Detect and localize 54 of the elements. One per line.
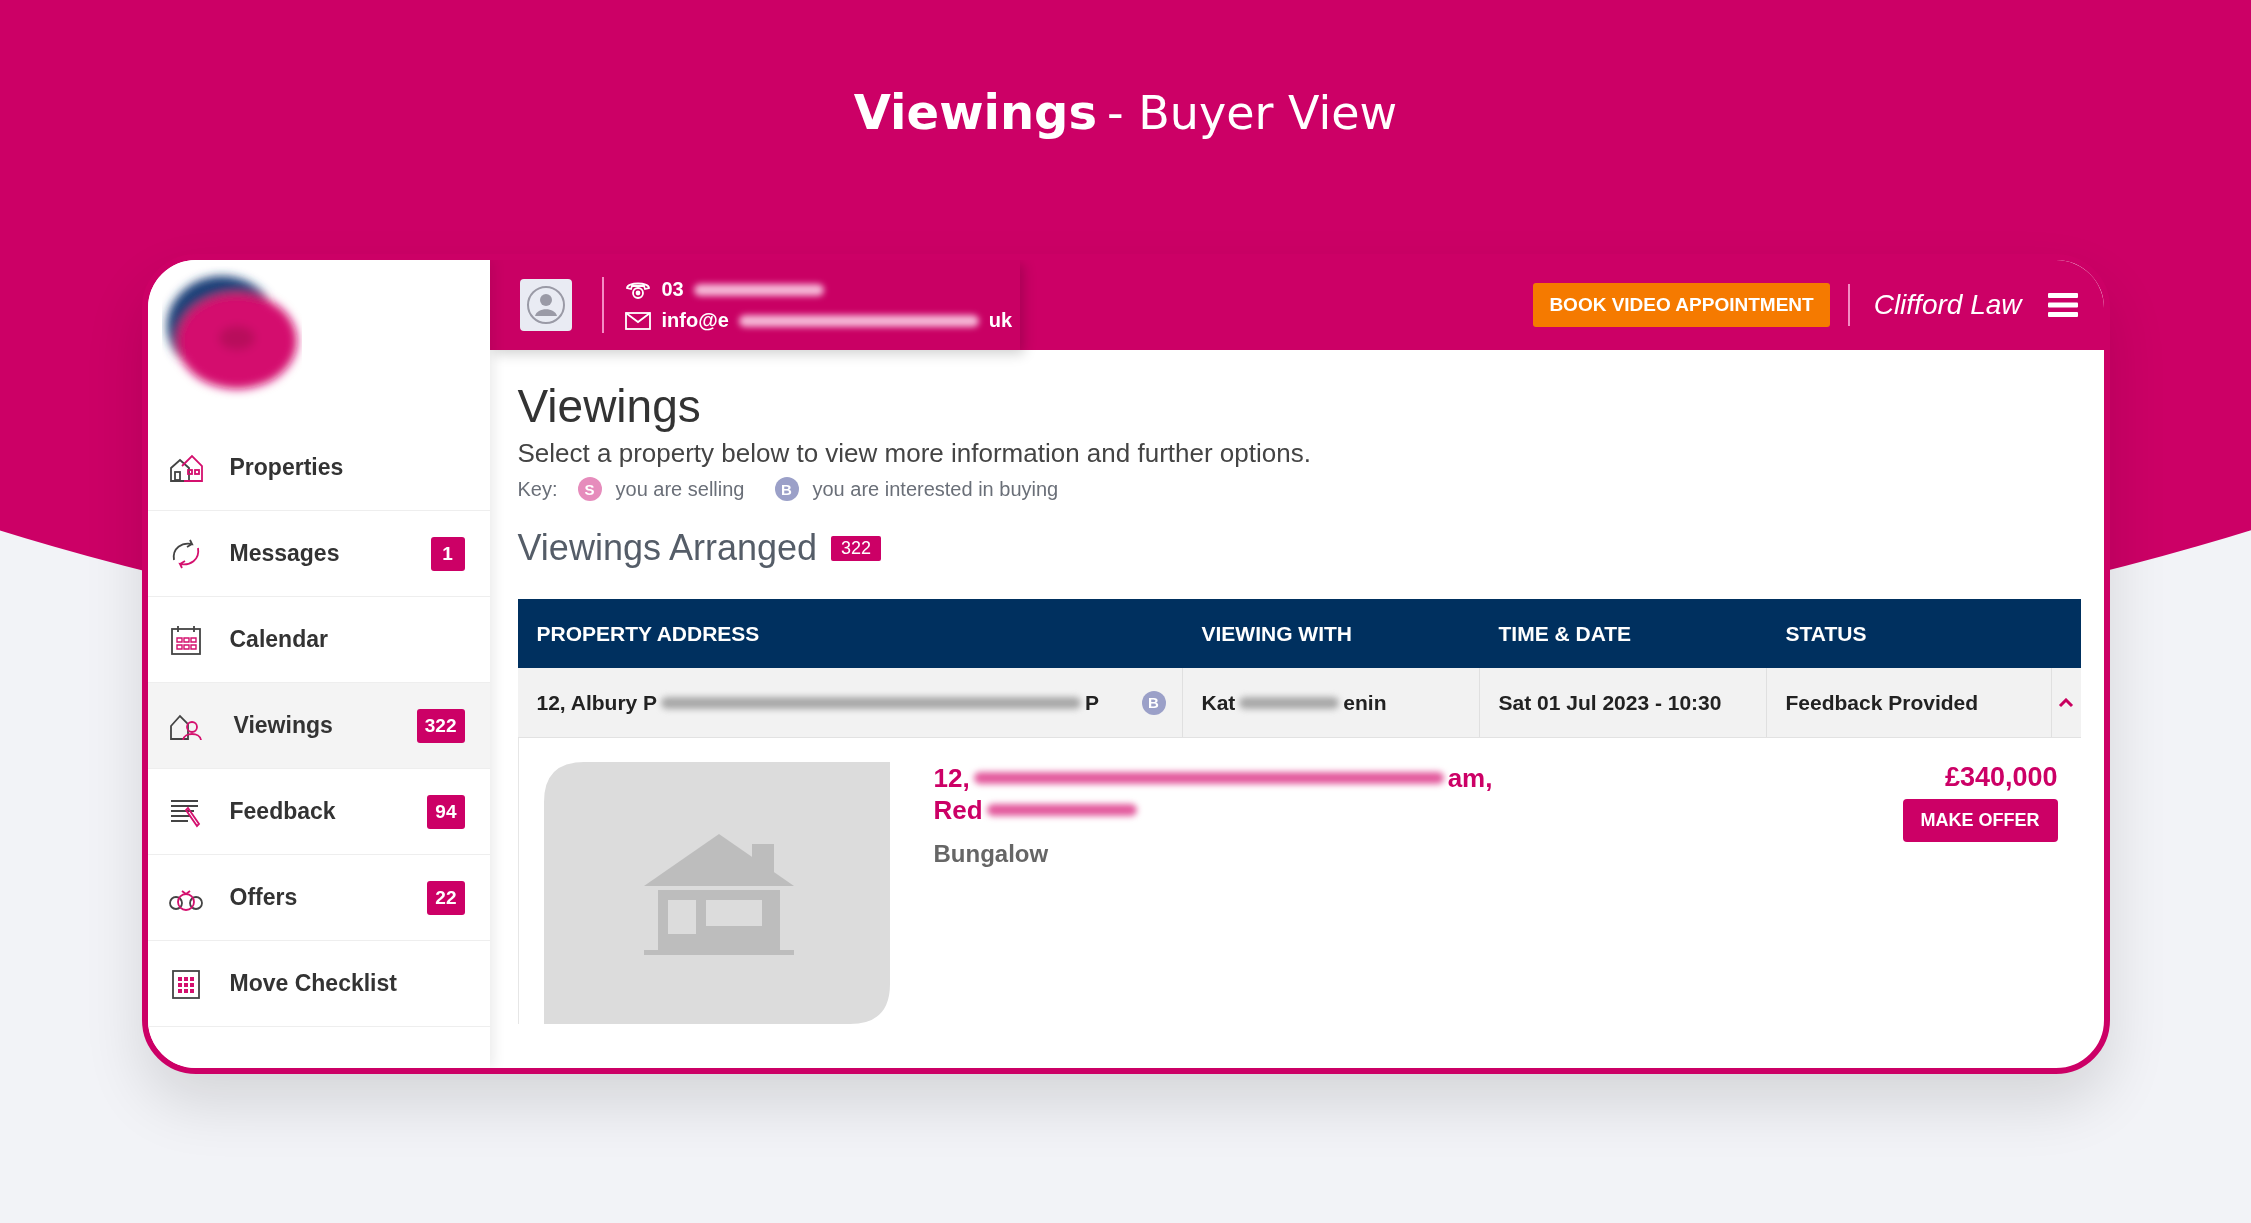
page-heading: Viewings: [517, 379, 702, 434]
role-badge: B: [1141, 690, 1166, 715]
sidebar-item[interactable]: Move Checklist: [147, 941, 490, 1027]
table-cell: Sat 01 Jul 2023 - 10:30: [1498, 690, 1722, 715]
key-label: Key:: [517, 477, 558, 501]
sidebar-item[interactable]: Messages 1: [147, 511, 490, 597]
intro-text: Select a property below to view more information and further options.: [517, 438, 1312, 469]
key-text: you are selling: [615, 477, 745, 501]
address-text-end: P: [1085, 690, 1100, 715]
role-badge: B: [774, 477, 799, 501]
phone-number: 03: [661, 278, 684, 301]
count-badge: 322: [831, 535, 882, 561]
property-address-end: am,: [1447, 762, 1493, 794]
property-price: £340,000: [1944, 762, 2058, 793]
count-badge: 94: [427, 794, 465, 829]
email-address-start: info@e: [661, 309, 729, 332]
sidebar-label: Properties: [229, 454, 345, 481]
sidebar-label: Move Checklist: [229, 970, 398, 997]
table-row[interactable]: 12, Albury P P B Kat enin Sat 01 Jul 2023 - 10:30 Feedback Provided: [517, 668, 2081, 738]
sidebar-label: Offers: [229, 884, 299, 911]
sidebar-item[interactable]: Offers 22: [147, 855, 490, 941]
sidebar-item[interactable]: Properties: [147, 425, 490, 511]
sidebar-item[interactable]: Feedback 94: [147, 769, 490, 855]
sidebar-label: Feedback: [229, 798, 337, 825]
sidebar-label: Calendar: [229, 626, 329, 653]
sidebar-label: Messages: [229, 540, 341, 567]
property-address-start: 12,: [933, 762, 970, 794]
address-text-start: 12, Albury P: [536, 690, 658, 715]
column-header: TIME & DATE: [1497, 621, 1633, 646]
role-badge: S: [577, 477, 602, 501]
sidebar-item[interactable]: Viewings 322: [147, 683, 490, 769]
email-address-end: uk: [988, 309, 1013, 332]
slide-title: Viewings: [853, 84, 1098, 140]
column-header: STATUS: [1784, 621, 1868, 646]
chevron-icon[interactable]: [2058, 697, 2074, 708]
menu-icon[interactable]: [2047, 292, 2078, 318]
viewer-name-start: Kat: [1201, 690, 1236, 715]
property-type: Bungalow: [933, 840, 1050, 868]
column-header: PROPERTY ADDRESS: [535, 621, 761, 646]
firm-name: Clifford Law: [1873, 289, 2022, 321]
slide-subtitle: - Buyer View: [1107, 86, 1398, 140]
mail-icon: [623, 309, 652, 332]
viewer-name-end: enin: [1343, 690, 1387, 715]
property-town-start: Red: [933, 794, 983, 826]
key-text: you are interested in buying: [812, 477, 1059, 501]
sidebar-label: Viewings: [233, 712, 334, 739]
avatar-icon: [519, 279, 572, 331]
column-header: VIEWING WITH: [1200, 621, 1353, 646]
count-badge: 1: [430, 536, 465, 571]
table-cell: Feedback Provided: [1785, 690, 1979, 715]
count-badge: 22: [427, 880, 465, 915]
count-badge: 322: [416, 708, 465, 743]
section-title: Viewings Arranged: [517, 527, 818, 569]
make-offer-button[interactable]: MAKE OFFER: [1902, 799, 2058, 842]
